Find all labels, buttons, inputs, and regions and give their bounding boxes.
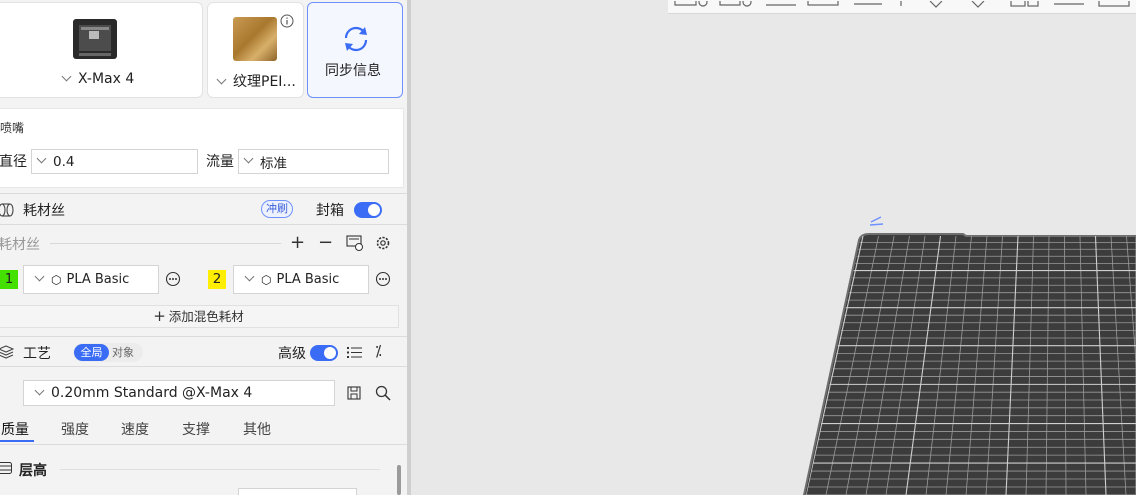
tab-strength[interactable]: 强度 xyxy=(61,419,89,439)
build-plate xyxy=(802,216,1136,495)
filament-slot-number: 2 xyxy=(208,270,226,289)
filament-spool-icon xyxy=(0,203,14,217)
chevron-down-icon xyxy=(61,71,72,82)
3d-viewport[interactable] xyxy=(411,0,1136,495)
filament-sync-icon[interactable] xyxy=(346,235,364,251)
compare-icon[interactable]: ⁒ xyxy=(375,344,382,359)
layer-height-icon xyxy=(0,462,12,474)
nozzle-settings: 喷嘴 直径 0.4 流量 标准 xyxy=(0,108,404,188)
scope-switch[interactable]: 全局 对象 xyxy=(73,343,143,362)
filament-cube-icon: ⬡ xyxy=(51,272,62,287)
layers-icon xyxy=(0,345,14,359)
filament-section-header: 耗材丝 冲刷 封箱 xyxy=(0,193,407,225)
process-preset-select[interactable]: 0.20mm Standard @X-Max 4 xyxy=(23,380,335,406)
chevron-down-icon xyxy=(34,385,45,395)
filament-slot-number: 1 xyxy=(0,270,18,289)
divider xyxy=(50,243,281,244)
filament-2-select[interactable]: ⬡ PLA Basic xyxy=(233,265,369,294)
more-options-icon[interactable] xyxy=(165,271,181,287)
settings-panel: X-Max 4 纹理PEI... 同步信息 喷嘴 直径 0.4 流量 标准 耗材… xyxy=(0,0,407,495)
printhead-marker xyxy=(869,216,884,226)
list-icon[interactable] xyxy=(347,346,362,359)
nozzle-title: 喷嘴 xyxy=(0,121,25,135)
process-section-title: 工艺 xyxy=(23,346,51,362)
scope-object-option[interactable]: 对象 xyxy=(112,344,134,361)
chevron-down-icon xyxy=(243,153,254,164)
plate-texture-image xyxy=(233,17,277,61)
filament-1-select[interactable]: ⬡ PLA Basic xyxy=(23,265,159,294)
scope-global-option[interactable]: 全局 xyxy=(74,344,109,361)
divider xyxy=(60,469,380,470)
more-options-icon[interactable] xyxy=(375,271,391,287)
tab-speed[interactable]: 速度 xyxy=(121,419,149,439)
plus-icon: + xyxy=(153,307,166,325)
sync-info-button[interactable]: 同步信息 xyxy=(307,2,403,98)
enclosure-label: 封箱 xyxy=(316,203,344,219)
active-tab-indicator xyxy=(0,440,34,442)
filament-list-title: 耗材丝 xyxy=(0,237,40,253)
plate-name: 纹理PEI... xyxy=(216,71,296,91)
scrollbar[interactable] xyxy=(397,465,401,495)
info-icon[interactable] xyxy=(280,14,294,28)
layer-height-field[interactable] xyxy=(238,488,357,495)
tab-other[interactable]: 其他 xyxy=(243,419,271,439)
printer-selector-card[interactable]: X-Max 4 xyxy=(0,2,203,98)
add-filament-icon[interactable]: + xyxy=(290,234,305,252)
save-icon[interactable] xyxy=(347,386,361,400)
printer-icon xyxy=(73,19,117,59)
enclosure-toggle[interactable] xyxy=(354,202,382,218)
printer-name: X-Max 4 xyxy=(61,71,134,87)
advanced-toggle[interactable] xyxy=(310,345,338,361)
add-mixed-filament-button[interactable]: + 添加混色耗材 xyxy=(0,305,399,328)
flush-button[interactable]: 冲刷 xyxy=(261,200,293,218)
filament-cube-icon: ⬡ xyxy=(261,272,272,287)
tab-support[interactable]: 支撑 xyxy=(182,419,210,439)
plate-selector-card[interactable]: 纹理PEI... xyxy=(207,2,304,98)
remove-filament-icon[interactable]: − xyxy=(318,234,333,252)
sync-label: 同步信息 xyxy=(325,63,381,79)
sync-icon xyxy=(344,26,368,52)
divider xyxy=(0,444,407,445)
nozzle-flow-select[interactable]: 标准 xyxy=(238,149,389,174)
gear-icon[interactable] xyxy=(375,235,391,251)
filament-section-title: 耗材丝 xyxy=(23,203,65,219)
search-icon[interactable] xyxy=(375,385,391,401)
chevron-down-icon xyxy=(216,74,227,85)
nozzle-diameter-select[interactable]: 0.4 xyxy=(31,149,198,174)
diameter-label: 直径 xyxy=(0,154,27,170)
group-title-layer-height: 层高 xyxy=(19,463,47,479)
chevron-down-icon xyxy=(34,271,45,282)
flow-label: 流量 xyxy=(206,154,234,170)
tab-quality[interactable]: 质量 xyxy=(1,419,29,439)
process-section-header: 工艺 全局 对象 高级 ⁒ xyxy=(0,336,407,367)
chevron-down-icon xyxy=(244,271,255,282)
chevron-down-icon xyxy=(36,153,47,164)
advanced-label: 高级 xyxy=(278,346,306,362)
